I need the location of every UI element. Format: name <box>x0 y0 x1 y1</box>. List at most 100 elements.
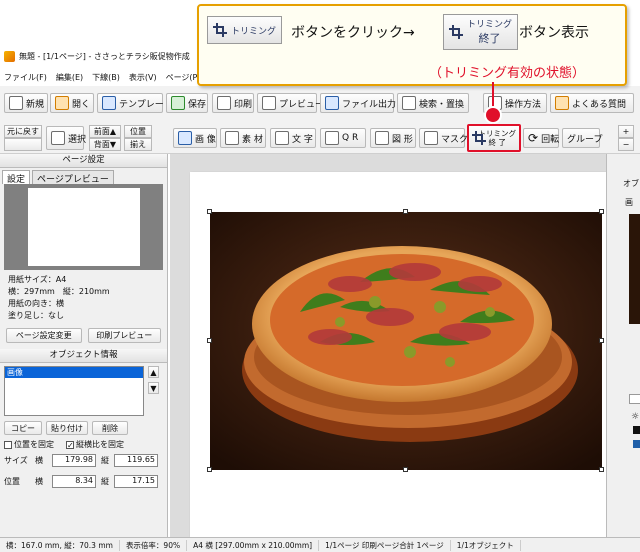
save-icon <box>171 96 185 110</box>
new-button[interactable]: 新規 <box>4 93 48 113</box>
object-info-header: オブジェクト情報 <box>0 349 167 363</box>
tab-page-preview[interactable]: ページプレビュー <box>32 170 114 185</box>
fix-ratio-checkbox[interactable]: ✓ 縦横比を固定 <box>66 439 124 450</box>
size-width-input[interactable]: 179.98 <box>52 454 96 467</box>
fix-position-checkbox[interactable]: 位置を固定 <box>4 439 54 450</box>
move-down-button[interactable]: ▼ <box>148 382 159 394</box>
list-item[interactable]: 画像 <box>5 367 143 378</box>
menu-edit[interactable]: 編集(E) <box>56 72 83 83</box>
cursor-icon <box>51 131 65 145</box>
trim-icon <box>449 25 463 39</box>
shape-icon <box>375 131 389 145</box>
callout-trim-end-button: トリミング 終了 <box>443 14 519 50</box>
trim-icon <box>213 23 227 37</box>
menu-underline[interactable]: 下線(B) <box>92 72 120 83</box>
rotate-button[interactable]: ⟳ 回転 <box>523 128 559 148</box>
object-list[interactable]: 画像 <box>4 366 144 416</box>
material-button[interactable]: 素 材 <box>220 128 266 148</box>
status-objects: 1/1オブジェクト <box>451 539 521 551</box>
new-document-icon <box>9 96 23 110</box>
page-thumbnail-frame <box>4 184 163 270</box>
zoom-out-icon[interactable]: − <box>618 138 634 151</box>
text-button[interactable]: 文 字 <box>270 128 316 148</box>
material-icon <box>225 131 239 145</box>
size-height-input[interactable]: 119.65 <box>114 454 158 467</box>
preview-button[interactable]: プレビュー <box>257 93 324 113</box>
right-panel-field[interactable] <box>629 394 640 404</box>
sun-icon[interactable]: ☼ <box>631 412 640 422</box>
page-settings-header: ページ設定 <box>0 154 167 168</box>
window-title: 無題 - [1/1ページ] - ささっとチラシ販促物作成 <box>19 51 190 61</box>
group-button[interactable]: グループ <box>562 128 602 148</box>
align-button-bottom[interactable]: 揃え <box>124 138 152 151</box>
menu-view[interactable]: 表示(V) <box>129 72 157 83</box>
search-icon <box>402 96 416 110</box>
status-paper: A4 横 [297.00mm x 210.00mm] <box>187 539 320 551</box>
bring-front-button[interactable]: 前面▲ <box>89 125 121 138</box>
image-icon <box>178 131 192 145</box>
page-thumbnail <box>27 188 140 266</box>
faq-button[interactable]: よくある質問 <box>550 93 634 113</box>
mask-button[interactable]: マスク <box>419 128 468 148</box>
menu-file[interactable]: ファイル(F) <box>4 72 47 83</box>
undo-button[interactable]: 元に戻す <box>4 125 42 138</box>
trim-end-button[interactable]: トリミング 終 了 <box>467 124 521 152</box>
select-button[interactable]: 選択 <box>46 126 86 150</box>
callout-box: トリミング ボタンをクリック→ トリミング 終了 ボタン表示 （トリミング有効の… <box>197 4 627 86</box>
page-settings-change-button[interactable]: ページ設定変更 <box>6 328 82 343</box>
app-logo-icon <box>4 50 15 62</box>
template-button[interactable]: テンプレート <box>97 93 173 113</box>
shape-button[interactable]: 図 形 <box>370 128 416 148</box>
resize-handle[interactable] <box>403 209 408 214</box>
paste-button[interactable]: 貼り付け <box>46 421 88 435</box>
resize-handle[interactable] <box>207 338 212 343</box>
zoom-in-icon[interactable]: + <box>618 125 634 138</box>
pizza-image[interactable] <box>210 212 602 470</box>
right-panel-preview <box>629 214 640 324</box>
qr-icon <box>325 131 339 145</box>
rotate-icon: ⟳ <box>528 131 539 145</box>
callout-trim-button: トリミング <box>207 16 283 44</box>
align-button-top[interactable]: 位置 <box>124 125 152 138</box>
trim-icon <box>472 131 485 145</box>
resize-handle[interactable] <box>599 209 604 214</box>
pizza-photo-svg <box>210 212 602 470</box>
folder-icon <box>55 96 69 110</box>
file-output-button[interactable]: ファイル出力 <box>320 93 396 113</box>
callout-text-click: ボタンをクリック→ <box>291 25 415 41</box>
send-back-button[interactable]: 背面▼ <box>89 138 121 151</box>
copy-button[interactable]: コピー <box>4 421 42 435</box>
right-panel: オブ 画 ☼ <box>606 154 640 537</box>
marker-dot-icon <box>486 108 500 122</box>
image-button[interactable]: 画 像 <box>173 128 217 148</box>
faq-icon <box>555 96 569 110</box>
resize-handle[interactable] <box>207 467 212 472</box>
delete-button[interactable]: 削除 <box>92 421 128 435</box>
resize-handle[interactable] <box>403 467 408 472</box>
move-up-button[interactable]: ▲ <box>148 366 159 378</box>
position-y-input[interactable]: 17.15 <box>114 475 158 488</box>
checkbox-unchecked-icon <box>4 440 12 449</box>
resize-handle[interactable] <box>599 338 604 343</box>
mask-icon <box>424 131 438 145</box>
paper-dims: 横：297mm 縦：210mm <box>8 287 110 296</box>
resize-handle[interactable] <box>599 467 604 472</box>
redo-button[interactable] <box>4 138 42 151</box>
menu-page[interactable]: ページ(P) <box>166 72 201 83</box>
paper-orientation: 用紙の向き：横 <box>8 299 64 308</box>
status-zoom: 表示倍率：90% <box>120 539 188 551</box>
blue-swatch-icon[interactable] <box>633 440 640 448</box>
position-x-input[interactable]: 8.34 <box>52 475 96 488</box>
text-icon <box>275 131 289 145</box>
right-panel-sub: 画 <box>625 198 633 207</box>
open-button[interactable]: 開く <box>50 93 94 113</box>
save-button[interactable]: 保存 <box>166 93 208 113</box>
tab-settings[interactable]: 設定 <box>2 170 31 185</box>
black-swatch-icon[interactable] <box>633 426 640 434</box>
qr-button[interactable]: Q R <box>320 128 366 148</box>
search-replace-button[interactable]: 検索・置換 <box>397 93 469 113</box>
preview-icon <box>262 96 276 110</box>
print-button[interactable]: 印刷 <box>212 93 254 113</box>
resize-handle[interactable] <box>207 209 212 214</box>
print-preview-button[interactable]: 印刷プレビュー <box>87 328 161 343</box>
